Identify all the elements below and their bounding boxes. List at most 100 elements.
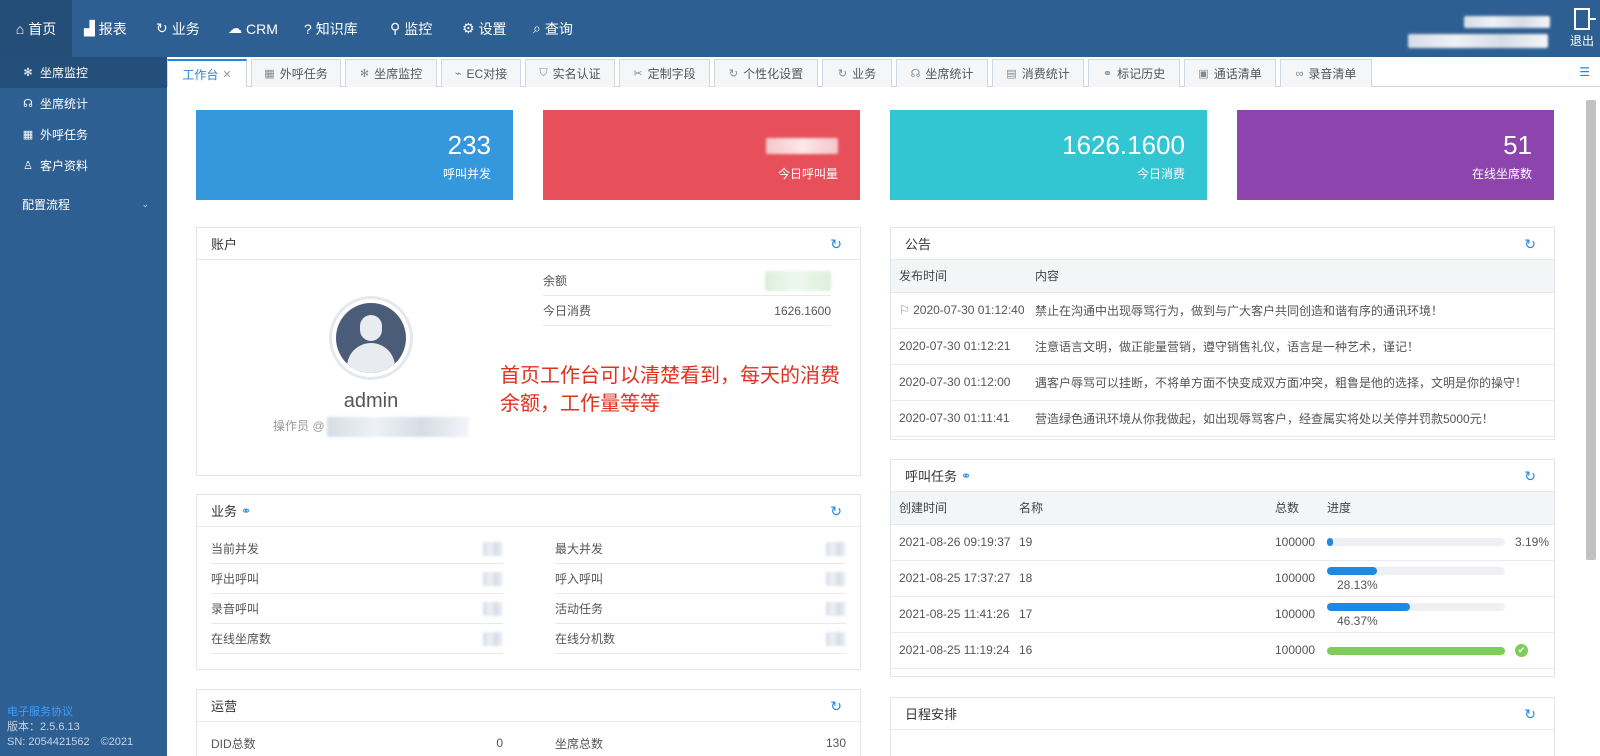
flag-icon: ⚐: [899, 303, 914, 317]
nav-crm[interactable]: ☁ CRM: [228, 0, 278, 57]
task-row[interactable]: 2021-08-25 17:37:27 18 100000 28.13%: [891, 560, 1554, 597]
tab-recording-list[interactable]: ∞ 录音清单: [1280, 59, 1372, 87]
gear-icon: ⚙: [462, 20, 475, 36]
chart-icon: ▟: [84, 20, 95, 36]
annotation-text: 首页工作台可以清楚看到，每天的消费 余额，工作量等等: [500, 365, 840, 415]
notice-row[interactable]: 2020-07-30 01:12:21 注意语言文明，做正能量营销，遵守销售礼仪，…: [891, 328, 1554, 365]
sidebar-item-seat-stats[interactable]: ☊ 坐席统计: [0, 88, 167, 119]
seat-total-row: 坐席总数 130: [555, 736, 846, 751]
business-row: 活动任务: [555, 594, 846, 624]
chevron-down-icon: ⌄: [141, 198, 149, 209]
stat-card-today-cost: 1626.1600 今日消费: [890, 110, 1207, 200]
business-row: 最大并发: [555, 534, 846, 564]
nav-monitor[interactable]: ⚲ 监控: [390, 0, 432, 57]
progress-bar: [1327, 646, 1505, 655]
tab-workbench[interactable]: 工作台 ✕: [167, 59, 247, 87]
operator-role: 操作员 @: [273, 417, 469, 437]
progress-fill: [1327, 567, 1377, 576]
logout-button[interactable]: 退出: [1566, 6, 1598, 49]
sidebar-item-customer-data[interactable]: ♙ 客户资料: [0, 150, 167, 181]
refresh-icon[interactable]: ↻: [1524, 236, 1536, 253]
refresh-icon[interactable]: ↻: [830, 236, 842, 253]
progress-fill: [1327, 646, 1505, 655]
tab-business[interactable]: ↻ 业务: [822, 59, 892, 87]
list-icon: ▣: [1198, 68, 1209, 80]
stat-card-concurrency: 233 呼叫并发: [196, 110, 513, 200]
seat-monitor-icon: ✻: [359, 68, 370, 80]
business-row: 在线分机数: [555, 624, 846, 654]
business-row: 当前并发: [211, 534, 503, 564]
monitor-icon: ⚲: [390, 20, 401, 36]
notice-row[interactable]: 2020-07-30 01:11:41 营造绿色通讯环境从你我做起，如出现辱骂客户…: [891, 400, 1554, 437]
scrollbar[interactable]: [1586, 100, 1596, 560]
tab-call-list[interactable]: ▣ 通话清单: [1184, 59, 1276, 87]
nav-reports[interactable]: ▟ 报表: [84, 0, 127, 57]
tasks-table: 创建时间 名称 总数 进度 2021-08-26 09:19:37 19 10000…: [891, 492, 1554, 669]
version-text: 版本：2.5.6.13: [7, 721, 80, 733]
tab-personalize[interactable]: ↻ 个性化设置: [714, 59, 818, 87]
refresh-icon[interactable]: ↻: [1524, 468, 1536, 485]
nav-home[interactable]: ⌂ 首页: [0, 0, 72, 57]
tab-bar: 工作台 ✕ ▦ 外呼任务 ✻ 坐席监控 ⌁ EC对接 ⛉ 实名认证 ✂ 定制字段 ↻ 个性化设…: [167, 57, 1600, 87]
notice-row[interactable]: ⚐ 2020-07-30 01:12:40 禁止在沟通中出现辱骂行为，做到与广大客…: [891, 292, 1554, 329]
check-icon: ✔: [1515, 644, 1528, 658]
value-blurred: [483, 601, 503, 616]
task-row[interactable]: 2021-08-26 09:19:37 19 100000 3.19%: [891, 524, 1554, 561]
today-calls-blurred: [766, 138, 838, 154]
progress-fill: [1327, 603, 1410, 612]
sidebar-item-seat-monitor[interactable]: ✻ 坐席监控: [0, 57, 167, 88]
progress-percent: 28.13%: [1337, 578, 1378, 593]
avatar: [329, 296, 413, 380]
tab-custom-fields[interactable]: ✂ 定制字段: [619, 59, 710, 87]
headset-icon: ☊: [23, 98, 33, 110]
stat-card-online-seats: 51 在线坐席数: [1237, 110, 1554, 200]
user-org-blurred: [1408, 34, 1548, 48]
search-icon: ⌕: [533, 20, 541, 36]
task-row[interactable]: 2021-08-25 11:41:26 17 100000 46.37%: [891, 596, 1554, 633]
top-nav: ⌂ 首页 ▟ 报表 ↻ 业务 ☁ CRM ? 知识库 ⚲ 监控 ⚙ 设置 ⌕ 查询 退出: [0, 0, 1600, 57]
refresh-icon: ↻: [156, 20, 168, 36]
value-blurred: [826, 541, 846, 556]
nav-query[interactable]: ⌕ 查询: [533, 0, 573, 57]
refresh-icon[interactable]: ↻: [830, 698, 842, 715]
tab-real-name[interactable]: ⛉ 实名认证: [525, 59, 615, 87]
nav-settings[interactable]: ⚙ 设置: [462, 0, 507, 57]
schedule-panel: 日程安排 ↻: [890, 697, 1555, 756]
tab-seat-stats[interactable]: ☊ 坐席统计: [896, 59, 988, 87]
notice-row[interactable]: 2020-07-30 01:12:00 遇客户辱骂可以挂断，不将单方面不快变成双方…: [891, 364, 1554, 401]
grid-icon: ▦: [264, 68, 275, 80]
tab-cost-stats[interactable]: ▤ 消费统计: [992, 59, 1084, 87]
call-tasks-panel: 呼叫任务 ⚭ ↻ 创建时间 名称 总数 进度 2021-08-26 09:19:3…: [890, 459, 1555, 677]
nav-business[interactable]: ↻ 业务: [156, 0, 200, 57]
close-icon[interactable]: ✕: [222, 68, 231, 81]
service-agreement-link[interactable]: 电子服务协议: [7, 705, 133, 720]
sidebar-footer: 电子服务协议 版本：2.5.6.13 SN: 2054421562 ©2021: [7, 705, 133, 750]
tab-mark-history[interactable]: ⚭ 标记历史: [1088, 59, 1180, 87]
grid-icon: ▦: [22, 129, 34, 141]
tab-ec[interactable]: ⌁ EC对接: [441, 59, 521, 87]
sn-text: SN: 2054421562 ©2021: [7, 736, 134, 748]
today-cost-row: 今日消费 1626.1600: [543, 296, 831, 326]
refresh-icon[interactable]: ↻: [1524, 706, 1536, 723]
sidebar-item-outbound-tasks[interactable]: ▦ 外呼任务: [0, 119, 167, 150]
headset-icon: ☊: [910, 68, 921, 80]
tab-seat-monitor[interactable]: ✻ 坐席监控: [345, 59, 437, 87]
value-blurred: [483, 571, 503, 586]
balance-blurred: [765, 270, 831, 291]
nav-knowledge[interactable]: ? 知识库: [304, 0, 358, 57]
link-icon: ⚭: [1102, 68, 1113, 80]
progress-percent: 46.37%: [1337, 614, 1378, 629]
account-panel: 账户 ↻: [196, 227, 861, 476]
user-icon: ♙: [23, 160, 33, 172]
tab-outbound-tasks[interactable]: ▦ 外呼任务: [251, 59, 341, 87]
value-blurred: [826, 571, 846, 586]
sidebar-group-config-flow[interactable]: 配置流程 ⌄: [0, 189, 167, 219]
refresh-icon: ↻: [728, 68, 739, 80]
tab-menu-icon[interactable]: ☰: [1579, 65, 1590, 79]
business-row: 呼出呼叫: [211, 564, 503, 594]
scissors-icon: ✂: [633, 68, 643, 80]
account-title: 账户: [211, 237, 238, 252]
task-row[interactable]: 2021-08-25 11:19:24 16 100000 ✔: [891, 632, 1554, 669]
business-row: 在线坐席数: [211, 624, 503, 654]
refresh-icon[interactable]: ↻: [830, 503, 842, 520]
